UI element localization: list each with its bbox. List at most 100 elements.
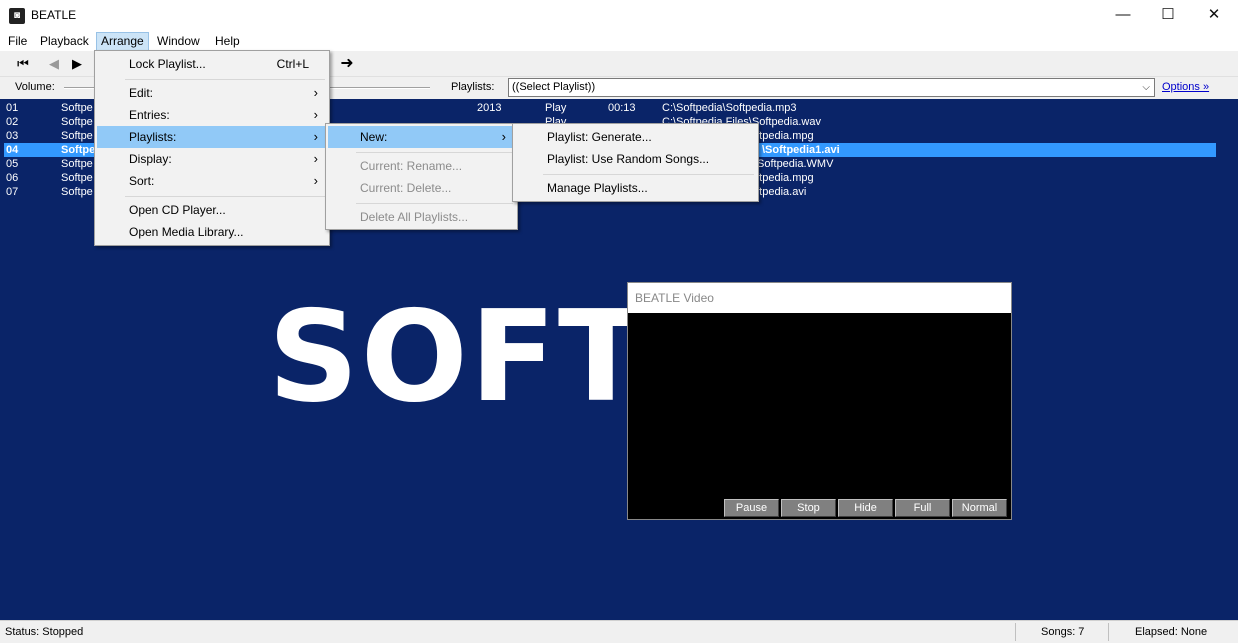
menu-item-label: Open Media Library... — [129, 225, 244, 239]
menu-separator — [125, 79, 325, 80]
step-back-icon[interactable]: ◀ — [45, 55, 63, 73]
track-title: Softpe — [61, 172, 93, 184]
playlists-submenu: New: › Current: Rename... Current: Delet… — [325, 123, 518, 230]
menu-item-playlists[interactable]: Playlists: › — [97, 126, 327, 148]
track-title: Softpe — [61, 144, 96, 156]
chevron-right-icon: › — [313, 107, 318, 122]
menu-item-label: Display: — [129, 152, 172, 166]
menu-item-open-media-library[interactable]: Open Media Library... — [97, 221, 327, 243]
chevron-right-icon: › — [313, 85, 318, 100]
playlists-label: Playlists: — [451, 81, 495, 93]
menu-item-label: Edit: — [129, 86, 154, 100]
chevron-right-icon: › — [501, 129, 506, 144]
video-window-title: BEATLE Video — [628, 283, 1011, 313]
track-year: 2013 — [477, 102, 502, 114]
beatle-app-icon[interactable]: ◙ — [9, 8, 25, 24]
menu-item-label: Entries: — [129, 108, 170, 122]
close-icon[interactable]: ✕ — [1191, 0, 1237, 31]
video-window: BEATLE Video Pause Stop Hide Full Normal — [627, 282, 1012, 520]
menu-item-label: Playlist: Use Random Songs... — [547, 152, 710, 166]
track-title: Softpe — [61, 116, 93, 128]
menu-separator — [356, 152, 513, 153]
status-bar: Status: Stopped Songs: 7 Elapsed: None — [0, 620, 1238, 643]
track-time: 00:13 — [608, 102, 636, 114]
pause-button[interactable]: Pause — [724, 499, 779, 517]
track-path: Softpedia.WMV — [757, 158, 834, 170]
menu-separator — [125, 196, 325, 197]
track-number: 02 — [6, 116, 19, 128]
title-bar: ◙ BEATLE — ☐ ✕ — [0, 0, 1238, 31]
status-divider — [1015, 623, 1016, 641]
menu-item-lock-playlist[interactable]: Lock Playlist... Ctrl+L — [97, 53, 327, 75]
songs-count: Songs: 7 — [1041, 626, 1085, 638]
status-divider — [1108, 623, 1109, 641]
arrange-menu: Lock Playlist... Ctrl+L Edit: › Entries:… — [94, 50, 330, 246]
status-text: Status: Stopped — [5, 626, 84, 638]
playlist-select[interactable]: ((Select Playlist)) ⌵ — [508, 78, 1155, 97]
chevron-right-icon: › — [313, 173, 318, 188]
track-number: 07 — [6, 186, 19, 198]
menu-item-edit[interactable]: Edit: › — [97, 82, 327, 104]
stop-button[interactable]: Stop — [781, 499, 836, 517]
forward-arrow-icon[interactable]: ➜ — [338, 55, 356, 73]
menu-window[interactable]: Window — [153, 32, 204, 51]
track-path: \Softpedia1.avi — [762, 144, 840, 156]
track-title: Softpe — [61, 130, 93, 142]
track-number: 05 — [6, 158, 19, 170]
menu-item-label: Manage Playlists... — [547, 181, 648, 195]
skip-back-icon[interactable]: ⏮ — [14, 55, 32, 73]
menu-separator — [543, 174, 754, 175]
menu-item-delete: Current: Delete... — [328, 177, 515, 199]
menu-item-label: Current: Rename... — [360, 159, 463, 173]
volume-label: Volume: — [15, 81, 55, 93]
elapsed-time: Elapsed: None — [1135, 626, 1208, 638]
track-title: Softpe — [61, 186, 93, 198]
track-status: Play — [545, 102, 567, 114]
menu-separator — [356, 203, 513, 204]
track-path: oftpedia.mpg — [750, 130, 814, 142]
menu-bar: File Playback Arrange Window Help — [0, 31, 1238, 51]
minimize-icon[interactable]: — — [1100, 0, 1146, 31]
menu-item-label: Playlist: Generate... — [547, 130, 652, 144]
track-path: C:\Softpedia\Softpedia.mp3 — [662, 102, 797, 114]
chevron-down-icon: ⌵ — [1142, 82, 1150, 93]
chevron-right-icon: › — [313, 151, 318, 166]
menu-item-sort[interactable]: Sort: › — [97, 170, 327, 192]
menu-item-label: New: — [360, 130, 388, 144]
shortcut-label: Ctrl+L — [276, 57, 309, 71]
full-button[interactable]: Full — [895, 499, 950, 517]
track-title: Softpe — [61, 102, 93, 114]
menu-item-label: Open CD Player... — [129, 203, 226, 217]
menu-help[interactable]: Help — [211, 32, 244, 51]
hide-button[interactable]: Hide — [838, 499, 893, 517]
track-number: 03 — [6, 130, 19, 142]
playlist-select-value: ((Select Playlist)) — [512, 81, 596, 93]
menu-item-manage-playlists[interactable]: Manage Playlists... — [515, 177, 756, 199]
menu-item-open-cd-player[interactable]: Open CD Player... — [97, 199, 327, 221]
menu-item-label: Delete All Playlists... — [360, 210, 469, 224]
menu-file[interactable]: File — [4, 32, 31, 51]
track-number: 04 — [6, 144, 19, 156]
play-icon[interactable]: ▶ — [68, 55, 86, 73]
track-number: 01 — [6, 102, 19, 114]
menu-item-generate[interactable]: Playlist: Generate... — [515, 126, 756, 148]
options-link[interactable]: Options » — [1162, 81, 1209, 93]
new-playlist-submenu: Playlist: Generate... Playlist: Use Rand… — [512, 123, 759, 202]
menu-item-label: Current: Delete... — [360, 181, 452, 195]
menu-item-display[interactable]: Display: › — [97, 148, 327, 170]
menu-arrange[interactable]: Arrange — [96, 32, 149, 51]
track-title: Softpe — [61, 158, 93, 170]
menu-item-rename: Current: Rename... — [328, 155, 515, 177]
menu-item-random-songs[interactable]: Playlist: Use Random Songs... — [515, 148, 756, 170]
normal-button[interactable]: Normal — [952, 499, 1007, 517]
menu-item-delete-all: Delete All Playlists... — [328, 206, 515, 228]
menu-item-label: Playlists: — [129, 130, 177, 144]
window-title: BEATLE — [31, 8, 77, 22]
track-number: 06 — [6, 172, 19, 184]
menu-item-label: Sort: — [129, 174, 155, 188]
menu-item-entries[interactable]: Entries: › — [97, 104, 327, 126]
maximize-icon[interactable]: ☐ — [1145, 0, 1191, 31]
menu-playback[interactable]: Playback — [36, 32, 93, 51]
track-path: oftpedia.mpg — [750, 172, 814, 184]
menu-item-new[interactable]: New: › — [328, 126, 515, 148]
